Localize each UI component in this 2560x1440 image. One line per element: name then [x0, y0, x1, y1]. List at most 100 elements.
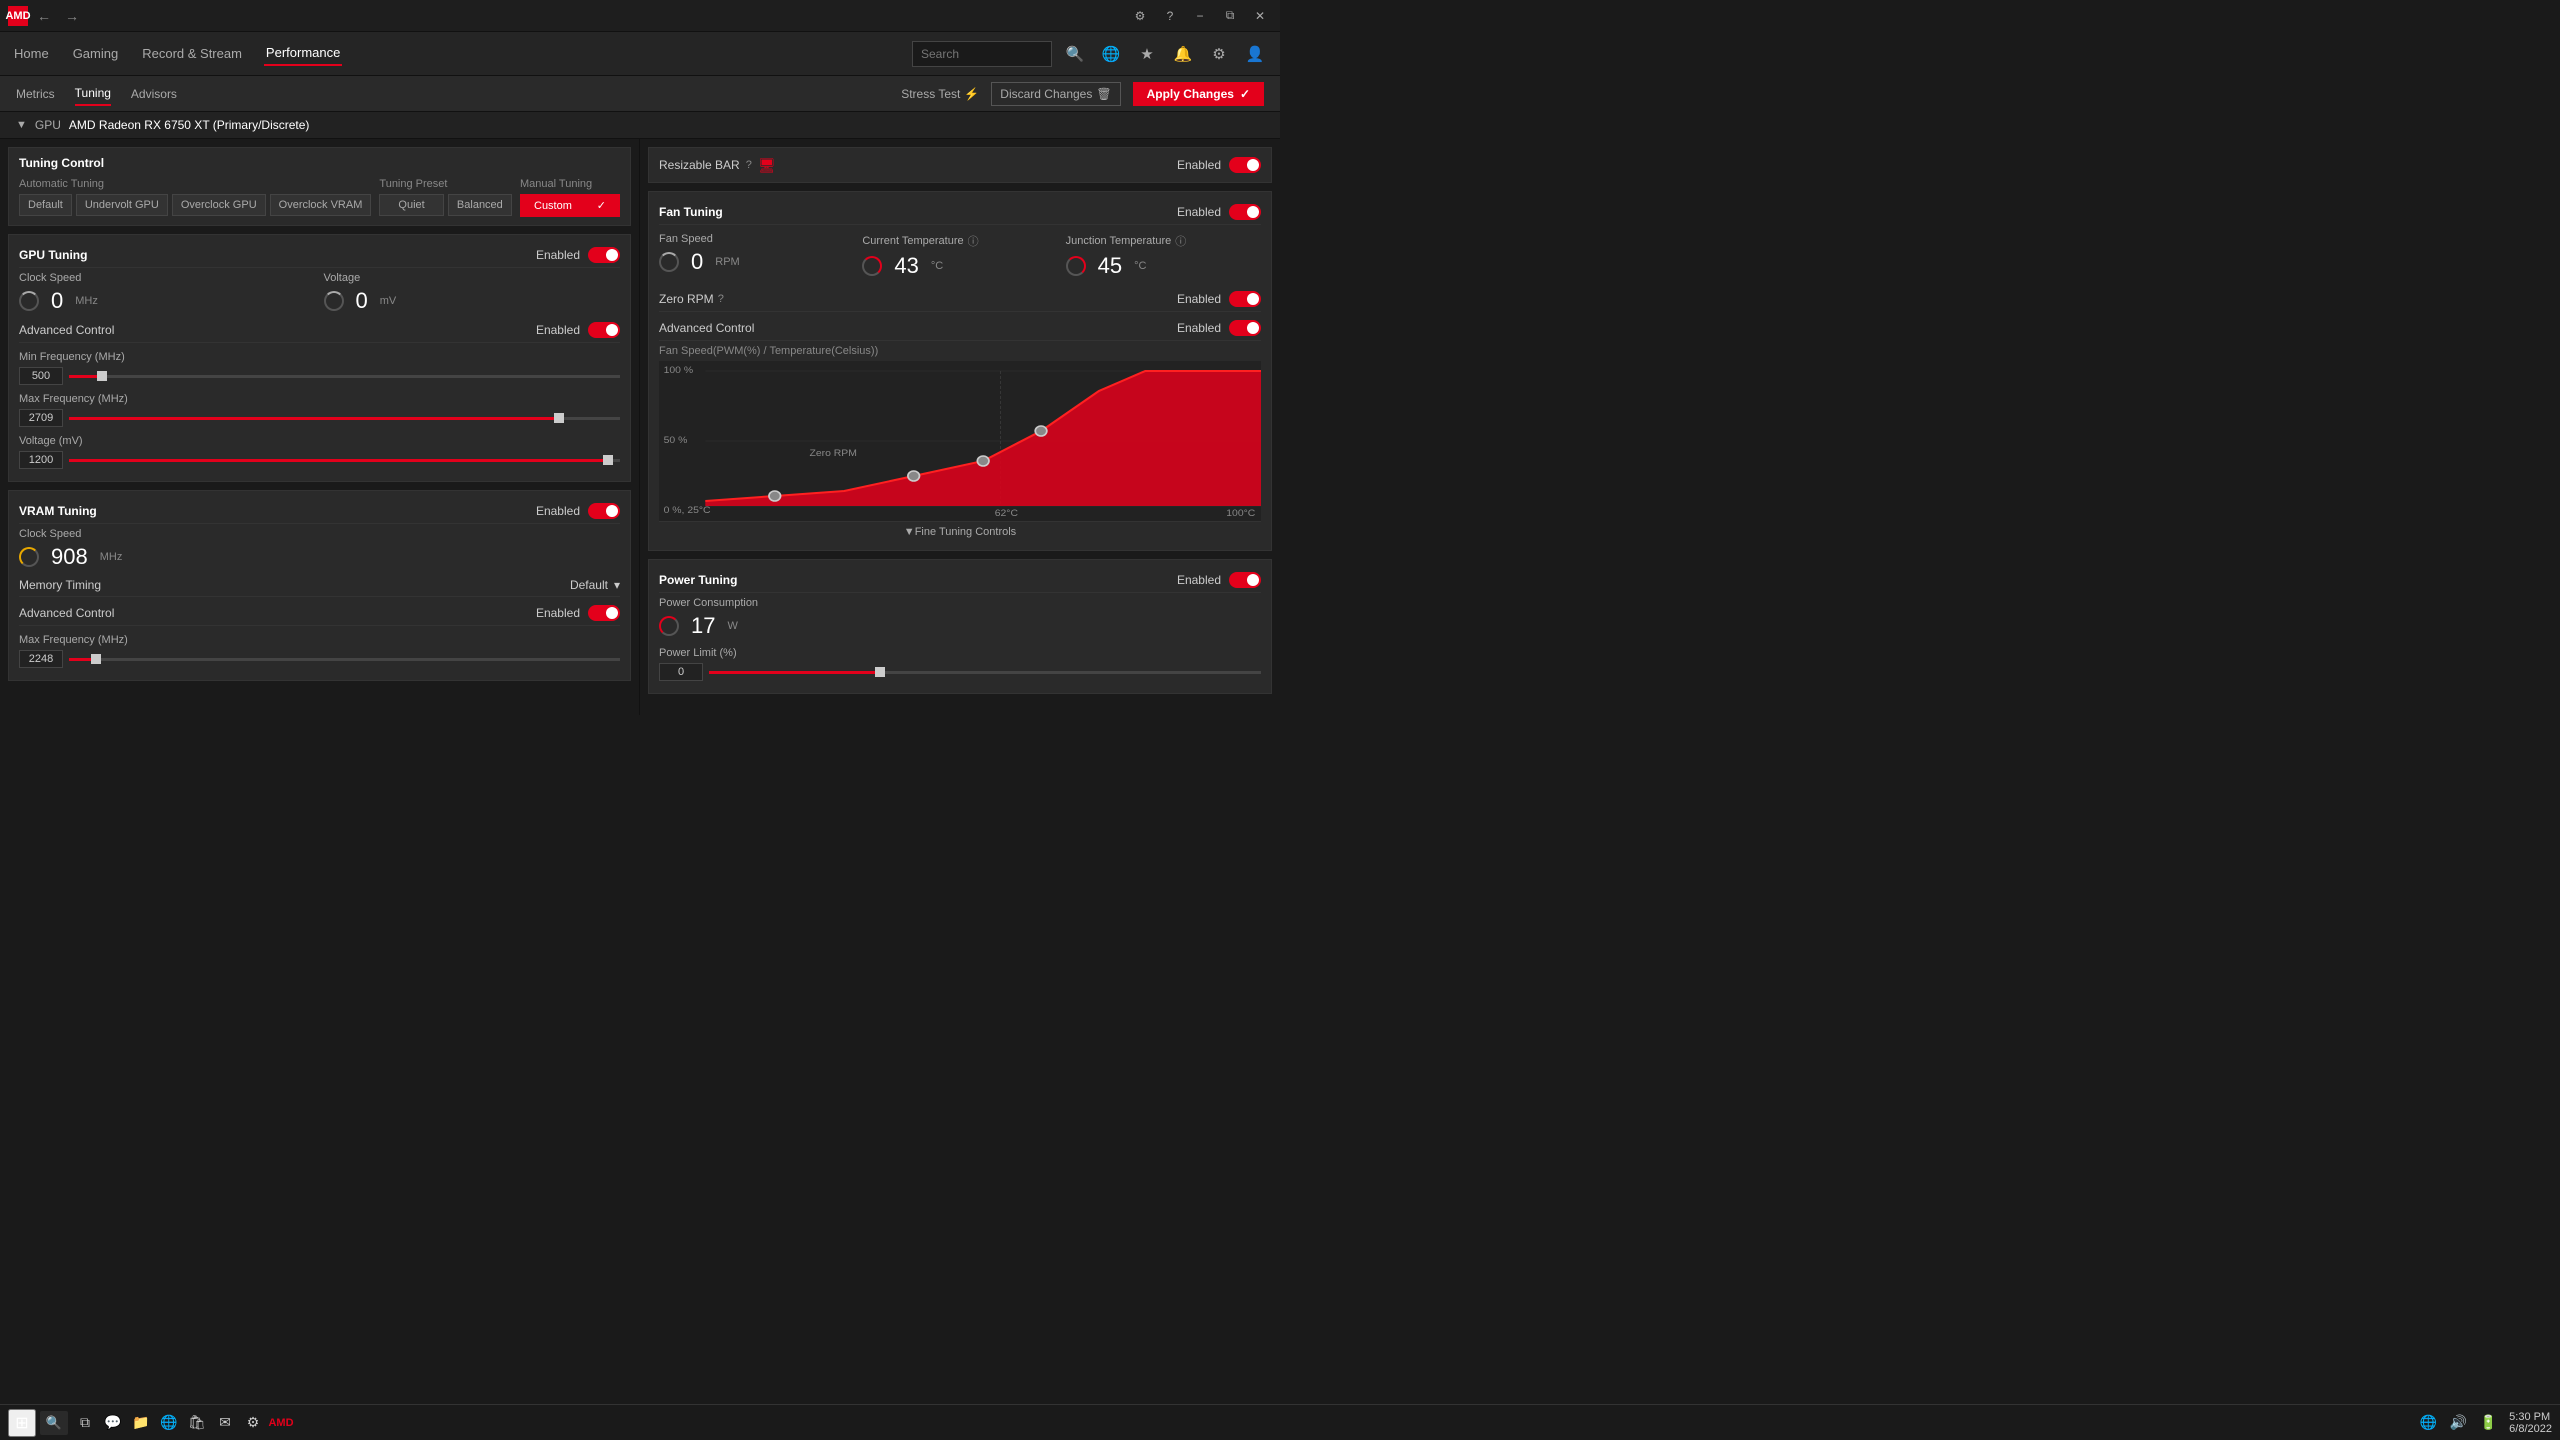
taskbar-icon-widgets[interactable]: ⧉: [72, 1410, 98, 1436]
taskbar-amd-icon[interactable]: AMD: [268, 1410, 294, 1436]
preset-label: Tuning Preset: [379, 178, 512, 190]
gpu-clock-unit: MHz: [75, 295, 98, 307]
fan-advanced-right: Enabled: [1177, 320, 1261, 336]
gpu-tuning-toggle[interactable]: [588, 247, 620, 263]
gpu-advanced-toggle[interactable]: [588, 322, 620, 338]
fine-tuning-controls[interactable]: ▼ Fine Tuning Controls: [659, 521, 1261, 542]
sub-nav-right: Stress Test ⚡ Discard Changes 🗑 Apply Ch…: [901, 82, 1264, 106]
apply-changes-button[interactable]: Apply Changes ✓: [1133, 82, 1264, 106]
taskbar-icon-edge[interactable]: 🌐: [156, 1410, 182, 1436]
taskbar-network-icon[interactable]: 🌐: [2415, 1410, 2441, 1436]
titlebar-left: AMD ← →: [8, 4, 84, 28]
taskbar-search-button[interactable]: 🔍: [40, 1411, 68, 1435]
vram-max-freq-track[interactable]: [69, 658, 620, 661]
fan-curve-point-4[interactable]: [1035, 426, 1047, 436]
power-limit-row: Power Limit (%) 0: [659, 643, 1261, 685]
preset-quiet[interactable]: Quiet: [379, 194, 443, 216]
vram-memory-timing-value: Default: [570, 578, 608, 592]
tab-metrics[interactable]: Metrics: [16, 83, 55, 105]
auto-btns: Default Undervolt GPU Overclock GPU Over…: [19, 194, 371, 216]
favorites-icon[interactable]: ★: [1134, 41, 1160, 67]
preset-balanced[interactable]: Balanced: [448, 194, 512, 216]
forward-button[interactable]: →: [60, 4, 84, 28]
gpu-voltage-mv-thumb[interactable]: [603, 455, 613, 465]
chevron-down-icon: ▼: [904, 526, 915, 538]
close-button[interactable]: ✕: [1248, 4, 1272, 28]
taskbar-icon-chat[interactable]: 💬: [100, 1410, 126, 1436]
gpu-min-freq-thumb[interactable]: [97, 371, 107, 381]
power-limit-control: 0: [659, 663, 1261, 681]
vram-max-freq-row: Max Frequency (MHz) 2248: [19, 630, 620, 672]
notifications-icon[interactable]: 🔔: [1170, 41, 1196, 67]
zero-rpm-toggle[interactable]: [1229, 291, 1261, 307]
svg-text:62°C: 62°C: [995, 509, 1018, 519]
vram-advanced-toggle[interactable]: [588, 605, 620, 621]
profile-icon[interactable]: 👤: [1242, 41, 1268, 67]
power-limit-label: Power Limit (%): [659, 647, 1261, 659]
temp-info-icon: ⓘ: [968, 233, 979, 249]
nav-record-stream[interactable]: Record & Stream: [140, 42, 244, 65]
vram-max-freq-thumb[interactable]: [91, 654, 101, 664]
svg-text:100°C: 100°C: [1226, 509, 1255, 519]
gpu-min-freq-track[interactable]: [69, 375, 620, 378]
nav-gaming[interactable]: Gaming: [71, 42, 121, 65]
start-button[interactable]: ⊞: [8, 1409, 36, 1437]
chevron-down-icon: ▾: [614, 578, 620, 592]
gpu-max-freq-row: Max Frequency (MHz) 2709: [19, 389, 620, 431]
resizable-bar-right: Enabled: [1177, 157, 1261, 173]
power-limit-thumb[interactable]: [875, 667, 885, 677]
help-icon[interactable]: ?: [1158, 4, 1182, 28]
minimize-button[interactable]: −: [1188, 4, 1212, 28]
manual-custom-button[interactable]: Custom ✓: [520, 194, 620, 217]
discard-changes-button[interactable]: Discard Changes 🗑: [991, 82, 1120, 106]
auto-btn-overclock[interactable]: Overclock GPU: [172, 194, 266, 216]
gear-icon[interactable]: ⚙: [1206, 41, 1232, 67]
fan-advanced-toggle[interactable]: [1229, 320, 1261, 336]
stress-test-icon: ⚡: [964, 87, 979, 101]
search-icon[interactable]: 🔍: [1062, 41, 1088, 67]
tab-advisors[interactable]: Advisors: [131, 83, 177, 105]
gpu-chevron-icon[interactable]: ▼: [16, 119, 27, 131]
restore-button[interactable]: ⧉: [1218, 4, 1242, 28]
vram-advanced-label: Advanced Control: [19, 606, 114, 620]
taskbar-time: 5:30 PM: [2509, 1411, 2552, 1423]
fan-rpm-value: 0: [691, 249, 703, 275]
vram-tuning-toggle[interactable]: [588, 503, 620, 519]
fan-curve-point-3[interactable]: [977, 456, 989, 466]
titlebar-right: ⚙ ? − ⧉ ✕: [1128, 4, 1272, 28]
nav-home[interactable]: Home: [12, 42, 51, 65]
resizable-bar-toggle[interactable]: [1229, 157, 1261, 173]
fan-chart[interactable]: 100 % 50 % 0 %, 25°C 62°C 100°C Zero RPM: [659, 361, 1261, 521]
taskbar-icon-store[interactable]: 🛍: [184, 1410, 210, 1436]
search-input[interactable]: [912, 41, 1052, 67]
taskbar-clock[interactable]: 5:30 PM 6/8/2022: [2509, 1411, 2552, 1435]
auto-btn-vram[interactable]: Overclock VRAM: [270, 194, 372, 216]
tab-tuning[interactable]: Tuning: [75, 82, 111, 106]
gpu-max-freq-thumb[interactable]: [554, 413, 564, 423]
taskbar-icon-explorer[interactable]: 📁: [128, 1410, 154, 1436]
fan-enabled-label: Enabled: [1177, 205, 1221, 219]
fan-chart-title: Fan Speed(PWM(%) / Temperature(Celsius)): [659, 345, 1261, 357]
taskbar-battery-icon[interactable]: 🔋: [2475, 1410, 2501, 1436]
settings-icon[interactable]: ⚙: [1128, 4, 1152, 28]
auto-btn-undervolt[interactable]: Undervolt GPU: [76, 194, 168, 216]
fan-curve-point-1[interactable]: [769, 491, 781, 501]
gpu-voltage-mv-track[interactable]: [69, 459, 620, 462]
auto-btn-default[interactable]: Default: [19, 194, 72, 216]
taskbar-icon-mail[interactable]: ✉: [212, 1410, 238, 1436]
fan-tuning-toggle[interactable]: [1229, 204, 1261, 220]
globe-icon[interactable]: 🌐: [1098, 41, 1124, 67]
power-limit-track[interactable]: [709, 671, 1261, 674]
discard-label: Discard Changes: [1000, 87, 1092, 101]
power-tuning-toggle[interactable]: [1229, 572, 1261, 588]
resizable-bar-value: Enabled: [1177, 158, 1221, 172]
stress-test-button[interactable]: Stress Test ⚡: [901, 87, 979, 101]
back-button[interactable]: ←: [32, 4, 56, 28]
nav-performance[interactable]: Performance: [264, 41, 342, 66]
fan-curve-point-2[interactable]: [908, 471, 920, 481]
taskbar-volume-icon[interactable]: 🔊: [2445, 1410, 2471, 1436]
taskbar-icon-settings[interactable]: ⚙: [240, 1410, 266, 1436]
gpu-max-freq-track[interactable]: [69, 417, 620, 420]
resizable-bar-card: Resizable BAR ? 🖥 Enabled: [648, 147, 1272, 183]
manual-section: Manual Tuning Custom ✓: [520, 178, 620, 217]
